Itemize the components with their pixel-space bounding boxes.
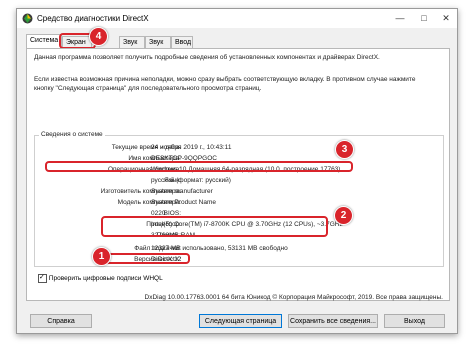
step-badge-4: 4 bbox=[89, 27, 108, 46]
value-datetime: 24 ноября 2019 г., 10:43:11 bbox=[151, 144, 232, 151]
directx-icon bbox=[22, 13, 33, 24]
tab-sound-3[interactable]: Звук 3 bbox=[145, 36, 171, 58]
maximize-icon[interactable]: □ bbox=[413, 9, 435, 28]
minimize-icon[interactable]: — bbox=[389, 9, 411, 28]
title-bar[interactable]: Средство диагностики DirectX — □ ✕ bbox=[17, 9, 457, 28]
intro-line-3: кнопку "Следующая страница" для последов… bbox=[34, 85, 262, 92]
copyright-text: DxDiag 10.00.17763.0001 64 бита Юникод ©… bbox=[144, 294, 443, 301]
whql-checkbox[interactable]: Проверить цифровые подписи WHQL bbox=[38, 273, 163, 283]
row-datetime: Текущие время и дата: 24 ноября 2019 г.,… bbox=[27, 144, 451, 154]
value-language: русский (формат: русский) bbox=[151, 177, 231, 184]
intro-line-1: Данная программа позволяет получить подр… bbox=[34, 54, 380, 61]
window-title: Средство диагностики DirectX bbox=[37, 14, 149, 23]
tab-sound-2[interactable]: Звук 2 bbox=[119, 36, 145, 58]
step-badge-2: 2 bbox=[334, 206, 353, 225]
close-icon[interactable]: ✕ bbox=[435, 9, 457, 28]
whql-label: Проверить цифровые подписи WHQL bbox=[48, 275, 163, 283]
value-manufacturer: System manufacturer bbox=[151, 188, 213, 195]
tab-input[interactable]: Ввод bbox=[171, 36, 193, 48]
step-badge-1: 1 bbox=[92, 247, 111, 266]
row-manufacturer: Изготовитель компьютера: System manufact… bbox=[27, 188, 451, 198]
highlight-cpu-memory bbox=[101, 216, 328, 237]
system-panel: Данная программа позволяет получить подр… bbox=[26, 48, 450, 301]
group-title: Сведения о системе bbox=[39, 131, 105, 138]
highlight-os bbox=[45, 161, 353, 172]
next-page-button[interactable]: Следующая страница bbox=[199, 314, 282, 328]
intro-line-2: Если известна возможная причина неполадк… bbox=[34, 76, 416, 83]
tab-system[interactable]: Система bbox=[26, 34, 62, 49]
value-pagefile: 12327 MB использовано, 53131 MB свободно bbox=[151, 245, 288, 252]
highlight-directx bbox=[104, 253, 190, 264]
exit-button[interactable]: Выход bbox=[384, 314, 445, 328]
row-directx: Версия DirectX: DirectX 12 bbox=[27, 256, 451, 266]
value-model: System Product Name bbox=[151, 199, 217, 206]
save-all-button[interactable]: Сохранить все сведения... bbox=[288, 314, 378, 328]
checkbox-icon[interactable] bbox=[38, 273, 47, 283]
step-badge-3: 3 bbox=[335, 140, 354, 159]
row-model: Модель компьютера: System Product Name bbox=[27, 199, 451, 209]
row-language: Язык: русский (формат: русский) bbox=[27, 177, 451, 187]
dxdiag-window: Средство диагностики DirectX — □ ✕ Систе… bbox=[16, 8, 458, 334]
row-pagefile: Файл подкачки: 12327 MB использовано, 53… bbox=[27, 245, 451, 255]
help-button[interactable]: Справка bbox=[30, 314, 92, 328]
